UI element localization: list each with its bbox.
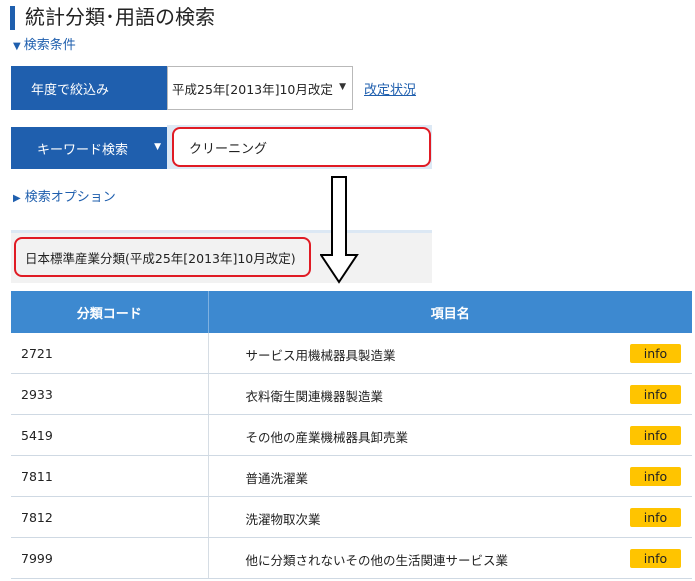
info-button[interactable]: info (630, 344, 681, 363)
row-code: 7812 (11, 496, 209, 538)
row-name-cell: 普通洗濯業 info (208, 455, 692, 497)
row-name-cell: 衣料衛生関連機器製造業 info (208, 373, 692, 415)
row-name-cell: その他の産業機械器具卸売業 info (208, 414, 692, 456)
triangle-down-icon: ▼ (13, 41, 21, 52)
down-arrow-annotation (320, 176, 359, 284)
title-accent-bar (10, 6, 15, 30)
row-name-cell: 他に分類されないその他の生活関連サービス業 info (208, 537, 692, 579)
dropdown-arrow-icon: ▼ (339, 82, 346, 92)
year-filter-label-text: 年度で絞込み (31, 82, 110, 98)
table-row: 2721 サービス用機械器具製造業 info (11, 333, 692, 374)
results-table: 分類コード 項目名 2721 サービス用機械器具製造業 info 2933 衣料… (11, 291, 692, 579)
row-name-link[interactable]: その他の産業機械器具卸売業 (246, 427, 409, 446)
row-code: 5419 (11, 414, 209, 456)
row-code: 2933 (11, 373, 209, 415)
table-row: 7999 他に分類されないその他の生活関連サービス業 info (11, 537, 692, 579)
row-code: 2721 (11, 333, 209, 374)
triangle-right-icon: ▶ (13, 193, 21, 204)
keyword-search-input[interactable]: クリーニング (172, 127, 431, 167)
search-conditions-label: 検索条件 (23, 38, 76, 53)
info-button[interactable]: info (630, 508, 681, 527)
table-row: 7811 普通洗濯業 info (11, 455, 692, 497)
year-filter-value: 平成25年[2013年]10月改定 (172, 81, 333, 97)
search-conditions-toggle[interactable]: ▼ 検索条件 (13, 37, 76, 56)
table-row: 2933 衣料衛生関連機器製造業 info (11, 373, 692, 415)
row-name-link[interactable]: 他に分類されないその他の生活関連サービス業 (246, 550, 509, 569)
year-filter-select[interactable]: 平成25年[2013年]10月改定 ▼ (167, 66, 353, 110)
row-name-link[interactable]: 洗濯物取次業 (246, 509, 321, 528)
info-button[interactable]: info (630, 549, 681, 568)
row-name-link[interactable]: 普通洗濯業 (246, 468, 309, 487)
classification-title-text: 日本標準産業分類(平成25年[2013年]10月改定) (25, 250, 296, 266)
keyword-search-label: キーワード検索 (37, 142, 129, 158)
info-button[interactable]: info (630, 385, 681, 404)
dropdown-arrow-icon: ▼ (154, 142, 161, 152)
column-header-name[interactable]: 項目名 (208, 291, 692, 333)
keyword-search-value: クリーニング (189, 141, 268, 157)
page-title: 統計分類･用語の検索 (25, 5, 215, 29)
row-name-cell: サービス用機械器具製造業 info (208, 333, 692, 374)
info-button[interactable]: info (630, 467, 681, 486)
row-name-link[interactable]: 衣料衛生関連機器製造業 (246, 386, 384, 405)
year-filter-label: 年度で絞込み (11, 66, 167, 110)
search-options-toggle[interactable]: ▶ 検索オプション (13, 188, 116, 209)
row-name-link[interactable]: サービス用機械器具製造業 (246, 345, 396, 364)
row-name-cell: 洗濯物取次業 info (208, 496, 692, 538)
keyword-search-type-select[interactable]: キーワード検索 ▼ (11, 127, 167, 169)
table-header-row: 分類コード 項目名 (11, 291, 692, 333)
column-header-code[interactable]: 分類コード (11, 291, 209, 333)
info-button[interactable]: info (630, 426, 681, 445)
table-row: 7812 洗濯物取次業 info (11, 496, 692, 538)
table-row: 5419 その他の産業機械器具卸売業 info (11, 414, 692, 456)
search-options-label: 検索オプション (24, 190, 116, 205)
revision-status-link[interactable]: 改定状況 (364, 79, 416, 98)
row-code: 7811 (11, 455, 209, 497)
classification-title: 日本標準産業分類(平成25年[2013年]10月改定) (14, 237, 311, 277)
row-code: 7999 (11, 537, 209, 579)
